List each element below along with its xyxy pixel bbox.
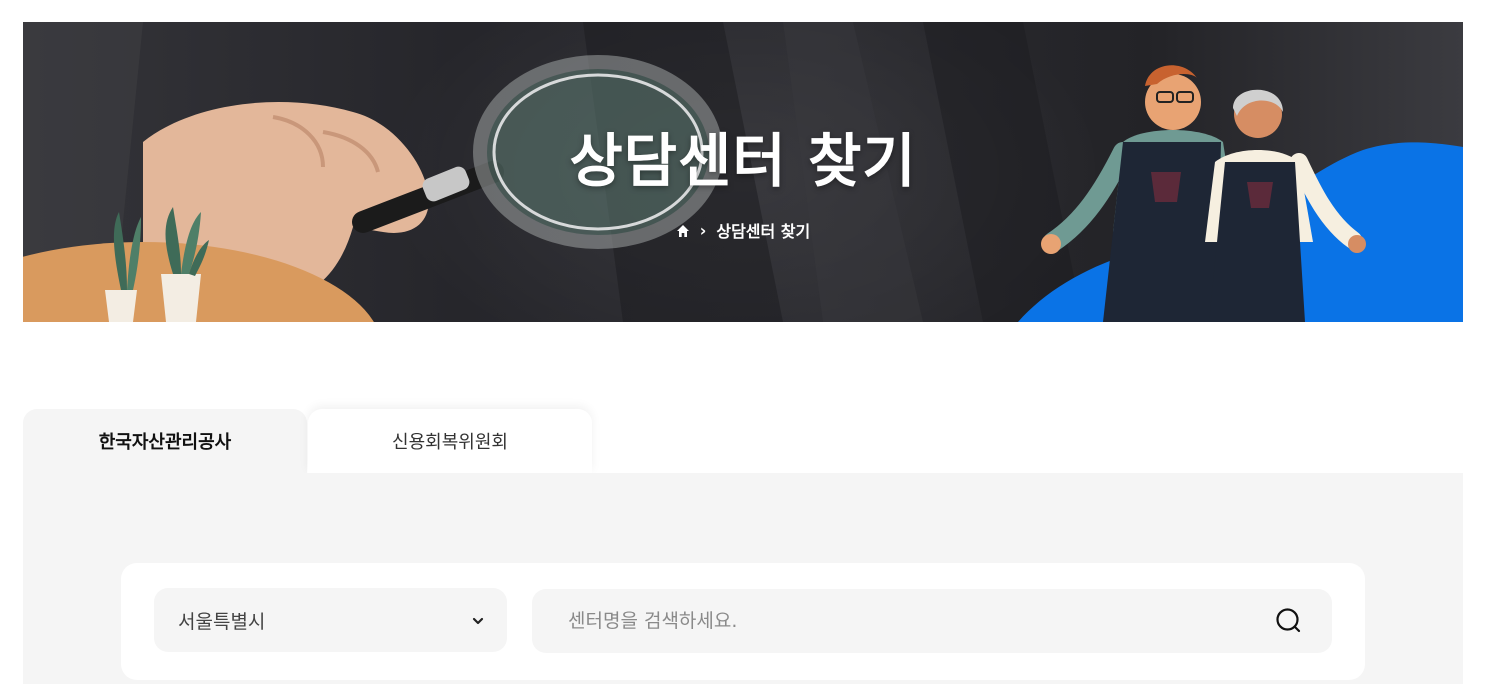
region-select[interactable]: 서울특별시: [154, 588, 507, 652]
home-icon[interactable]: [676, 223, 690, 237]
breadcrumb: › 상담센터 찾기: [23, 218, 1463, 242]
tab-label: 한국자산관리공사: [98, 432, 232, 453]
page-title: 상담센터 찾기: [569, 127, 917, 195]
region-select-value: 서울특별시: [178, 610, 266, 633]
search-box: [532, 589, 1332, 653]
tab-kamco[interactable]: 한국자산관리공사: [23, 409, 307, 473]
tab-credit-recovery[interactable]: 신용회복위원회: [308, 409, 592, 473]
breadcrumb-current[interactable]: 상담센터 찾기: [716, 218, 810, 242]
search-icon[interactable]: [1274, 606, 1304, 636]
hero-banner: 상담센터 찾기 › 상담센터 찾기: [23, 22, 1463, 322]
org-tabs: 한국자산관리공사 신용회복위원회: [23, 409, 1463, 473]
search-panel: 서울특별시: [23, 473, 1463, 684]
breadcrumb-separator: ›: [699, 220, 707, 240]
search-input[interactable]: [566, 609, 1274, 633]
tab-label: 신용회복위원회: [392, 432, 508, 453]
chevron-down-icon: [471, 611, 485, 630]
search-card: 서울특별시: [121, 563, 1365, 680]
